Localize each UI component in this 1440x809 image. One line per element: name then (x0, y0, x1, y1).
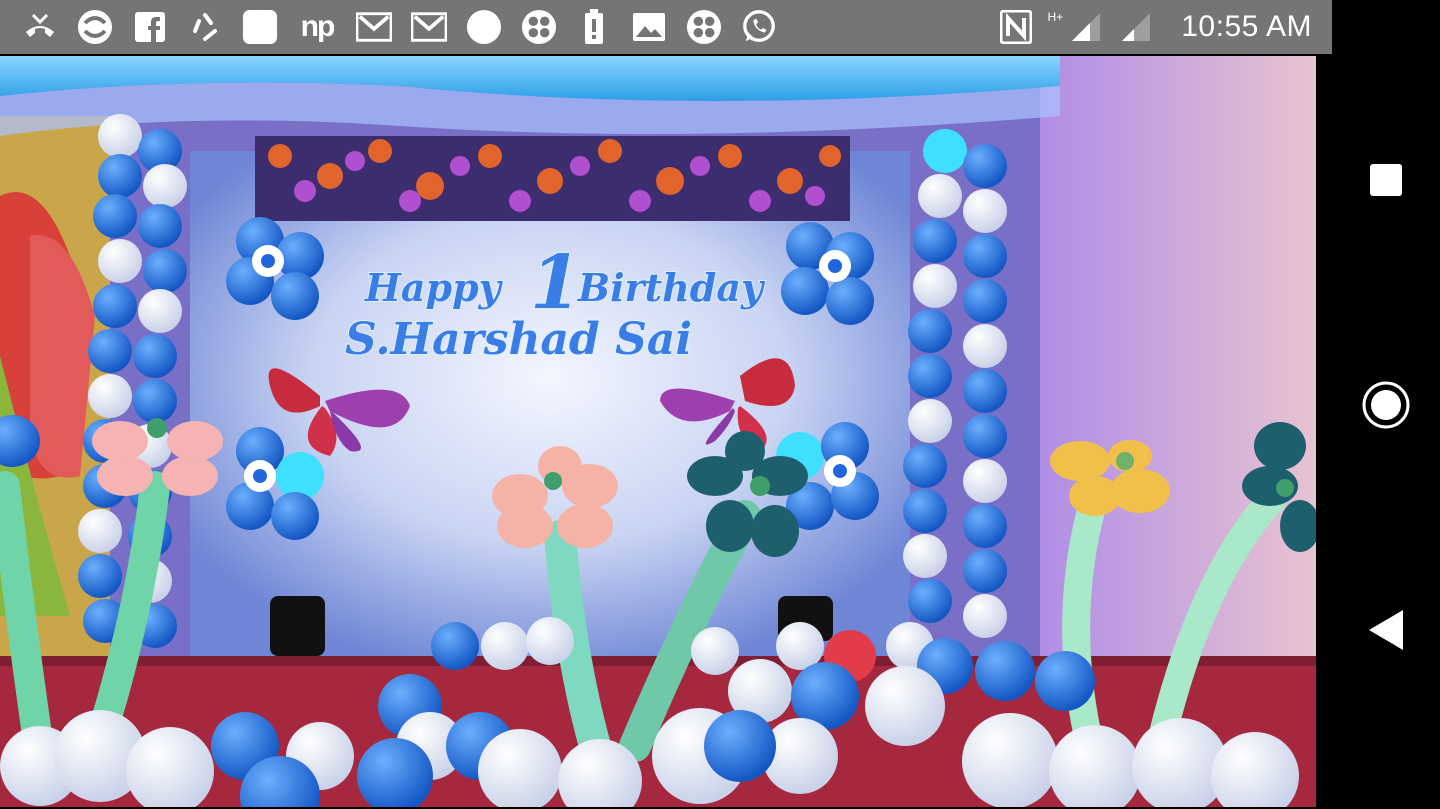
four-dots-icon (521, 9, 557, 45)
np-icon: np (300, 10, 336, 43)
battery-alert-icon (576, 9, 612, 45)
facebook-icon (132, 9, 168, 45)
notification-icons: np (0, 9, 777, 45)
sync-icon (77, 9, 113, 45)
circle-icon (466, 9, 502, 45)
clock: 10:55 AM (1181, 10, 1312, 43)
recents-button[interactable] (1332, 140, 1440, 220)
home-circle-icon (1362, 381, 1410, 429)
network-type: H+ (1047, 10, 1064, 24)
missed-call-icon (22, 9, 58, 45)
recycle-icon (187, 9, 223, 45)
banner-birthday: Birthday (577, 265, 766, 310)
birthday-stage-photo[interactable]: Happy 1 Birthday S.Harshad Sai (0, 56, 1316, 807)
flower-garland (255, 136, 850, 221)
four-dots-icon (686, 9, 722, 45)
nfc-icon (998, 9, 1034, 45)
gmail-icon (411, 9, 447, 45)
app-square-icon (242, 9, 278, 45)
navigation-bar (1332, 0, 1440, 809)
square-icon (1370, 164, 1402, 196)
banner-happy: Happy (364, 265, 504, 310)
back-triangle-icon (1369, 610, 1403, 650)
back-button[interactable] (1332, 590, 1440, 670)
home-button[interactable] (1332, 365, 1440, 445)
signal-icon-secondary (1119, 9, 1155, 45)
status-right: H+ 10:55 AM (998, 9, 1332, 45)
image-icon (631, 9, 667, 45)
banner-name: S.Harshad Sai (345, 314, 692, 365)
status-bar: np H+ 10:55 AM (0, 0, 1332, 54)
signal-icon (1069, 9, 1105, 45)
whatsapp-icon (741, 9, 777, 45)
gmail-icon (356, 9, 392, 45)
